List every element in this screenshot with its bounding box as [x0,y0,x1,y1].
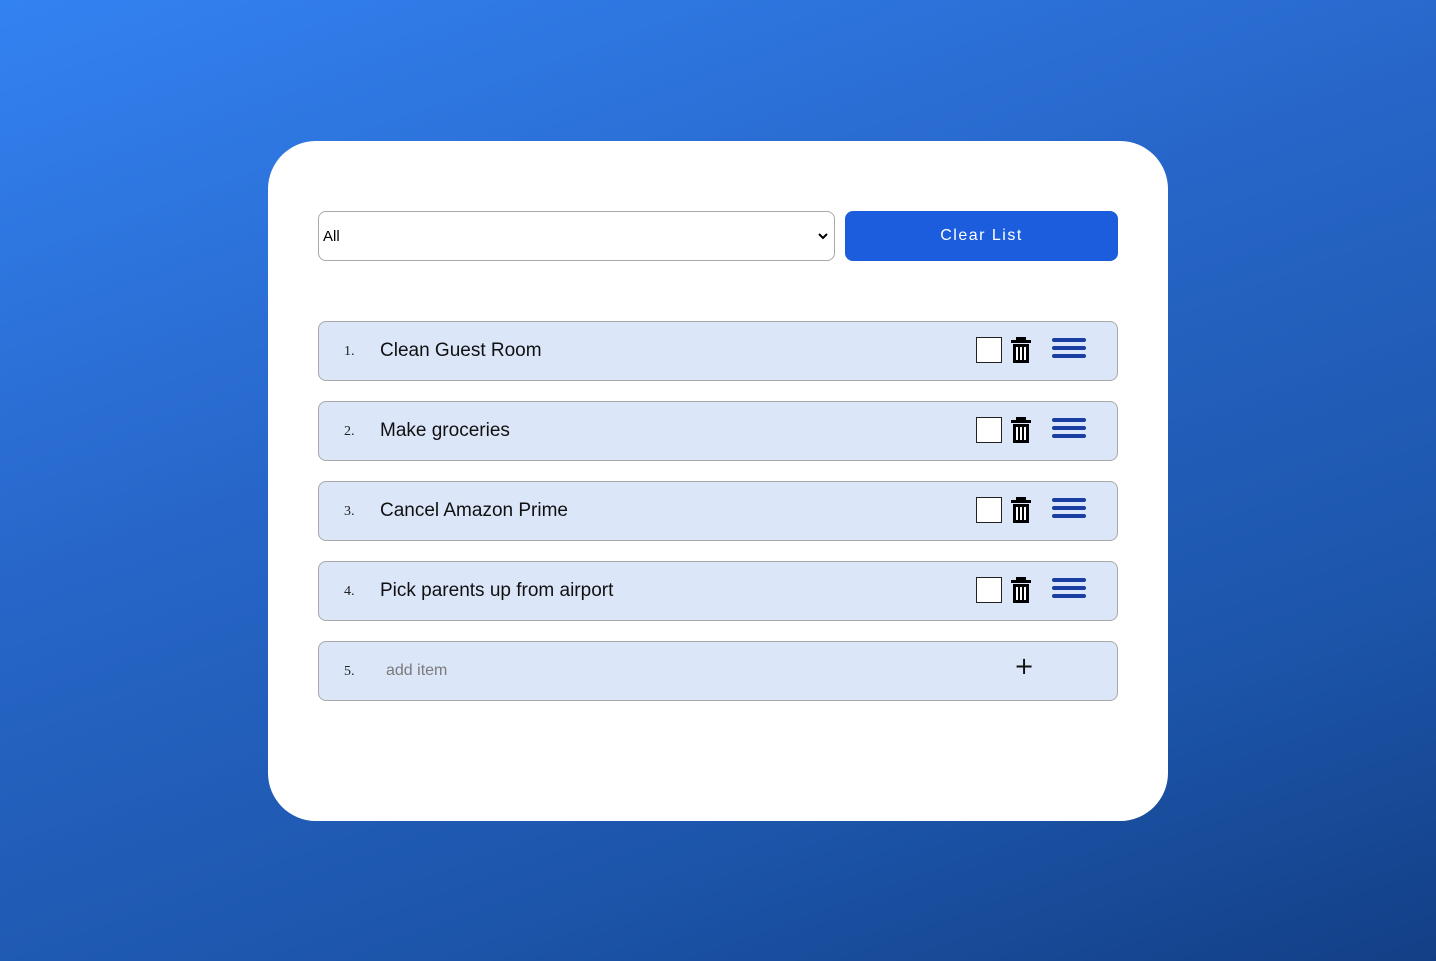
item-text: Make groceries [380,420,510,441]
list-item: 3. Cancel Amazon Prime [318,481,1118,541]
trash-icon[interactable] [1011,497,1031,523]
todo-list: 1. Clean Guest Room 2. Make groceries 3.… [318,321,1118,721]
drag-handle-icon[interactable] [1052,418,1086,440]
complete-checkbox[interactable] [976,497,1002,523]
clear-list-button[interactable]: Clear List [845,211,1118,261]
item-text: Clean Guest Room [380,340,542,361]
chevron-down-icon [818,233,828,240]
complete-checkbox[interactable] [976,417,1002,443]
list-item: 1. Clean Guest Room [318,321,1118,381]
drag-handle-icon[interactable] [1052,498,1086,520]
item-number: 2. [344,424,355,439]
item-text: Cancel Amazon Prime [380,500,568,521]
item-number: 5. [344,664,355,679]
add-item-row: 5. + [318,641,1118,701]
add-item-button[interactable]: + [1014,654,1034,678]
toolbar: All Clear List [318,211,1118,261]
add-item-input[interactable] [379,654,939,688]
complete-checkbox[interactable] [976,577,1002,603]
trash-icon[interactable] [1011,337,1031,363]
trash-icon[interactable] [1011,417,1031,443]
item-number: 1. [344,344,355,359]
filter-select[interactable]: All [318,211,835,261]
filter-selected-value: All [323,228,340,245]
todo-card: All Clear List 1. Clean Guest Room 2. Ma… [268,141,1168,821]
drag-handle-icon[interactable] [1052,338,1086,360]
item-text: Pick parents up from airport [380,580,614,601]
list-item: 2. Make groceries [318,401,1118,461]
list-item: 4. Pick parents up from airport [318,561,1118,621]
item-number: 3. [344,504,355,519]
drag-handle-icon[interactable] [1052,578,1086,600]
complete-checkbox[interactable] [976,337,1002,363]
trash-icon[interactable] [1011,577,1031,603]
item-number: 4. [344,584,355,599]
